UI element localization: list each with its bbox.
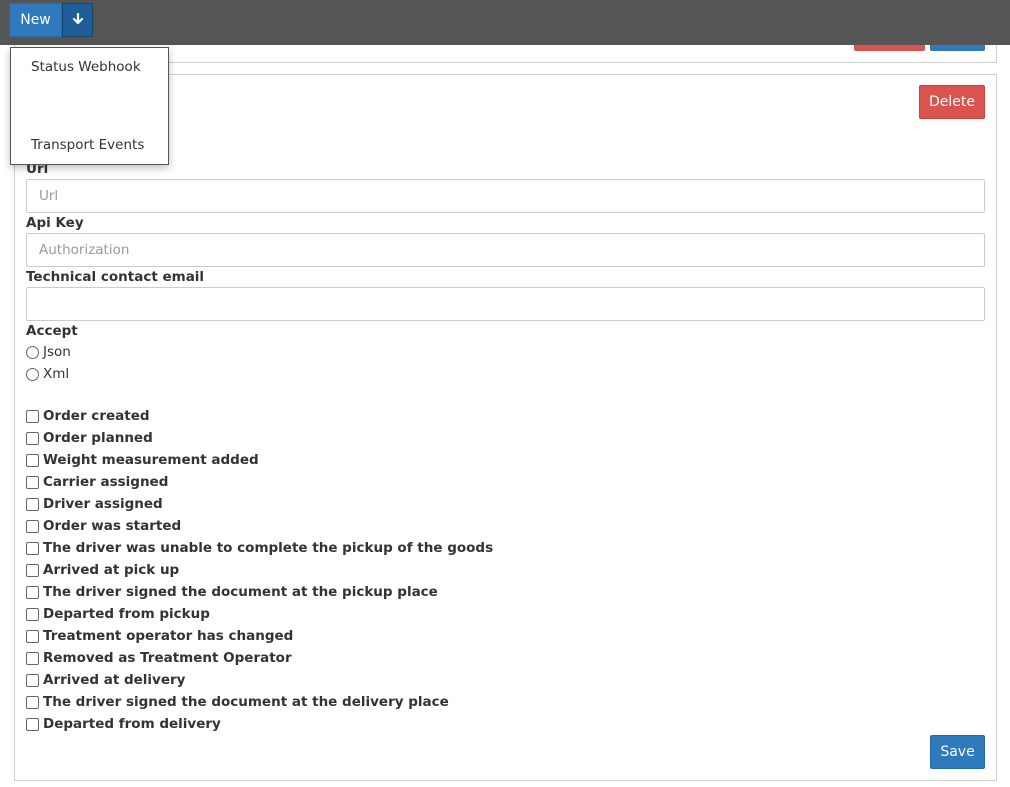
- event-checkbox-row[interactable]: Carrier assigned: [26, 473, 168, 491]
- contact-email-label: Technical contact email: [26, 269, 205, 285]
- menu-item-status-webhook[interactable]: Status Webhook: [31, 59, 141, 75]
- event-checkbox-row[interactable]: Departed from pickup: [26, 605, 210, 623]
- radio-label: Json: [43, 344, 71, 360]
- event-checkbox-row[interactable]: Removed as Treatment Operator: [26, 649, 292, 667]
- checkbox-label: Treatment operator has changed: [43, 628, 294, 644]
- checkbox[interactable]: [26, 629, 39, 643]
- new-dropdown-menu: Status Webhook Transport Events: [10, 47, 169, 165]
- delete-button[interactable]: Delete: [919, 85, 985, 119]
- event-checkbox-row[interactable]: Order was started: [26, 517, 181, 535]
- checkbox-label: Order created: [43, 408, 150, 424]
- checkbox-label: Departed from pickup: [43, 606, 210, 622]
- event-checkbox-row[interactable]: Order planned: [26, 429, 153, 447]
- checkbox-label: Departed from delivery: [43, 716, 221, 732]
- checkbox[interactable]: [26, 475, 39, 489]
- arrow-down-icon: [71, 12, 85, 29]
- api-key-input[interactable]: [26, 233, 985, 267]
- event-checkbox-row[interactable]: The driver was unable to complete the pi…: [26, 539, 493, 557]
- checkbox-label: Removed as Treatment Operator: [43, 650, 292, 666]
- accept-option-xml[interactable]: Xml: [26, 365, 69, 383]
- checkbox-label: The driver signed the document at the de…: [43, 694, 449, 710]
- checkbox[interactable]: [26, 497, 39, 511]
- event-checkbox-row[interactable]: Weight measurement added: [26, 451, 259, 469]
- new-dropdown-toggle[interactable]: [62, 3, 93, 37]
- checkbox-label: Arrived at delivery: [43, 672, 186, 688]
- checkbox[interactable]: [26, 453, 39, 467]
- checkbox[interactable]: [26, 409, 39, 423]
- top-toolbar: New: [0, 0, 1010, 45]
- event-checkbox-row[interactable]: The driver signed the document at the de…: [26, 693, 449, 711]
- checkbox[interactable]: [26, 563, 39, 577]
- save-button[interactable]: Save: [930, 735, 985, 769]
- checkbox-label: The driver signed the document at the pi…: [43, 584, 438, 600]
- checkbox[interactable]: [26, 431, 39, 445]
- url-input[interactable]: [26, 179, 985, 213]
- new-button[interactable]: New: [9, 3, 62, 37]
- event-checkbox-row[interactable]: Driver assigned: [26, 495, 163, 513]
- event-checkbox-row[interactable]: Treatment operator has changed: [26, 627, 293, 645]
- event-checkbox-row[interactable]: Order created: [26, 407, 150, 425]
- event-checkbox-row[interactable]: Departed from delivery: [26, 715, 221, 733]
- checkbox[interactable]: [26, 717, 39, 731]
- menu-item-transport-events[interactable]: Transport Events: [31, 137, 144, 153]
- checkbox-label: Carrier assigned: [43, 474, 169, 490]
- event-checkbox-row[interactable]: Arrived at pick up: [26, 561, 179, 579]
- checkbox-label: Order planned: [43, 430, 153, 446]
- contact-email-input[interactable]: [26, 287, 985, 321]
- previous-delete-button[interactable]: [854, 45, 925, 51]
- event-checkbox-row[interactable]: Arrived at delivery: [26, 671, 185, 689]
- previous-save-button[interactable]: [930, 45, 985, 51]
- checkbox-label: Weight measurement added: [43, 452, 259, 468]
- api-key-label: Api Key: [26, 215, 84, 231]
- checkbox[interactable]: [26, 585, 39, 599]
- checkbox[interactable]: [26, 673, 39, 687]
- event-checkbox-row[interactable]: The driver signed the document at the pi…: [26, 583, 438, 601]
- checkbox-label: The driver was unable to complete the pi…: [43, 540, 494, 556]
- checkbox[interactable]: [26, 541, 39, 555]
- checkbox-label: Arrived at pick up: [43, 562, 180, 578]
- checkbox[interactable]: [26, 651, 39, 665]
- checkbox-label: Driver assigned: [43, 496, 163, 512]
- checkbox-label: Order was started: [43, 518, 182, 534]
- radio-label: Xml: [43, 366, 70, 382]
- accept-label: Accept: [26, 323, 78, 339]
- checkbox[interactable]: [26, 607, 39, 621]
- radio-button[interactable]: [26, 367, 39, 381]
- checkbox[interactable]: [26, 695, 39, 709]
- radio-button[interactable]: [26, 345, 39, 359]
- accept-option-json[interactable]: Json: [26, 343, 71, 361]
- checkbox[interactable]: [26, 519, 39, 533]
